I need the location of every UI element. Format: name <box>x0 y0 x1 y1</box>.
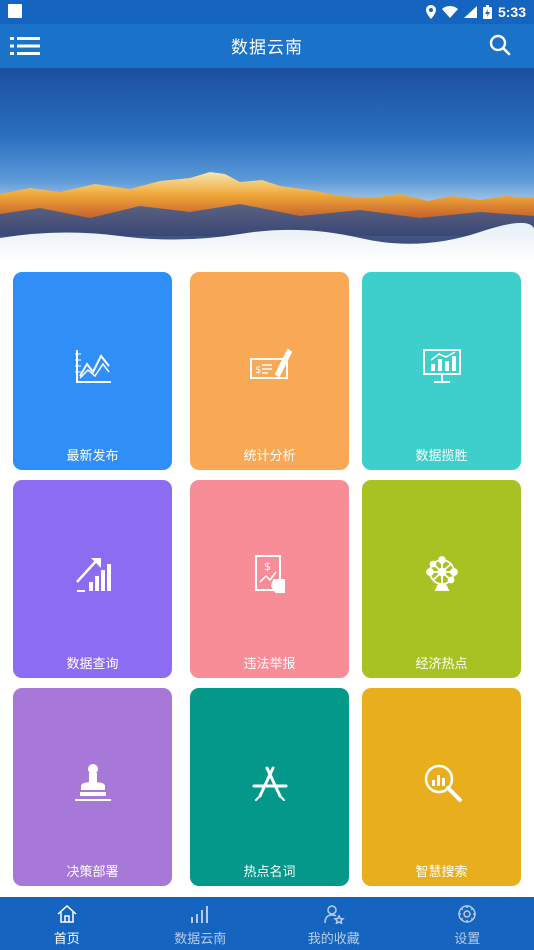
search-icon[interactable] <box>488 33 512 57</box>
tile-label: 最新发布 <box>66 449 119 464</box>
tile-data-overview[interactable]: 数据揽胜 <box>362 272 521 470</box>
tile-statistical-analysis[interactable]: $ 统计分析 <box>190 272 349 470</box>
tab-home[interactable]: 首页 <box>0 897 134 950</box>
check-pen-icon: $ <box>249 348 292 379</box>
tab-label: 数据云南 <box>174 932 227 947</box>
signal-icon <box>463 6 477 18</box>
status-bar: 5:33 <box>0 0 534 24</box>
stamp-icon <box>74 764 111 801</box>
tile-decision-deployment[interactable]: 决策部署 <box>13 688 172 886</box>
wifi-icon <box>441 6 458 18</box>
tile-label: 违法举报 <box>243 657 296 672</box>
tab-label: 设置 <box>454 932 481 947</box>
tab-label: 首页 <box>53 932 80 947</box>
trend-bars-icon <box>75 558 111 592</box>
tile-label: 统计分析 <box>243 449 296 464</box>
tile-data-query[interactable]: 数据查询 <box>13 480 172 678</box>
tab-data-yunnan[interactable]: 数据云南 <box>134 897 268 950</box>
home-icon <box>57 904 77 923</box>
tile-violation-report[interactable]: $ 违法举报 <box>190 480 349 678</box>
app-bar: 数据云南 <box>0 24 534 68</box>
tile-hot-terms[interactable]: 热点名词 <box>190 688 349 886</box>
page-title: 数据云南 <box>231 38 303 58</box>
bar-chart-icon <box>191 906 209 923</box>
bottom-tab-bar: 首页 数据云南 我的收藏 设置 <box>0 897 534 950</box>
tile-label: 数据揽胜 <box>415 449 468 464</box>
svg-text:$: $ <box>255 365 261 376</box>
gear-icon <box>458 905 476 923</box>
svg-text:$: $ <box>264 560 271 573</box>
tile-label: 决策部署 <box>66 865 119 880</box>
search-chart-icon <box>424 764 462 802</box>
tab-settings[interactable]: 设置 <box>401 897 534 950</box>
line-chart-icon <box>74 350 111 383</box>
tile-smart-search[interactable]: 智慧搜索 <box>362 688 521 886</box>
user-star-icon <box>324 905 345 924</box>
app-store-icon <box>252 766 287 801</box>
mountain-illustration <box>0 172 534 262</box>
notification-icon <box>8 4 22 18</box>
location-icon <box>425 5 436 19</box>
tile-label: 热点名词 <box>243 865 296 880</box>
tab-my-favorites[interactable]: 我的收藏 <box>267 897 401 950</box>
status-icons: 5:33 <box>425 2 526 22</box>
banner-image <box>0 68 534 262</box>
tile-label: 智慧搜索 <box>415 865 468 880</box>
tile-label: 经济热点 <box>415 657 468 672</box>
report-tablet-icon: $ <box>254 555 285 593</box>
tab-label: 我的收藏 <box>307 932 360 947</box>
monitor-chart-icon <box>422 349 461 383</box>
tile-latest-release[interactable]: 最新发布 <box>13 272 172 470</box>
tile-label: 数据查询 <box>66 657 119 672</box>
battery-icon <box>482 5 492 19</box>
clock: 5:33 <box>497 4 526 20</box>
tile-economic-hotspot[interactable]: 经济热点 <box>362 480 521 678</box>
network-globe-icon <box>425 556 458 591</box>
